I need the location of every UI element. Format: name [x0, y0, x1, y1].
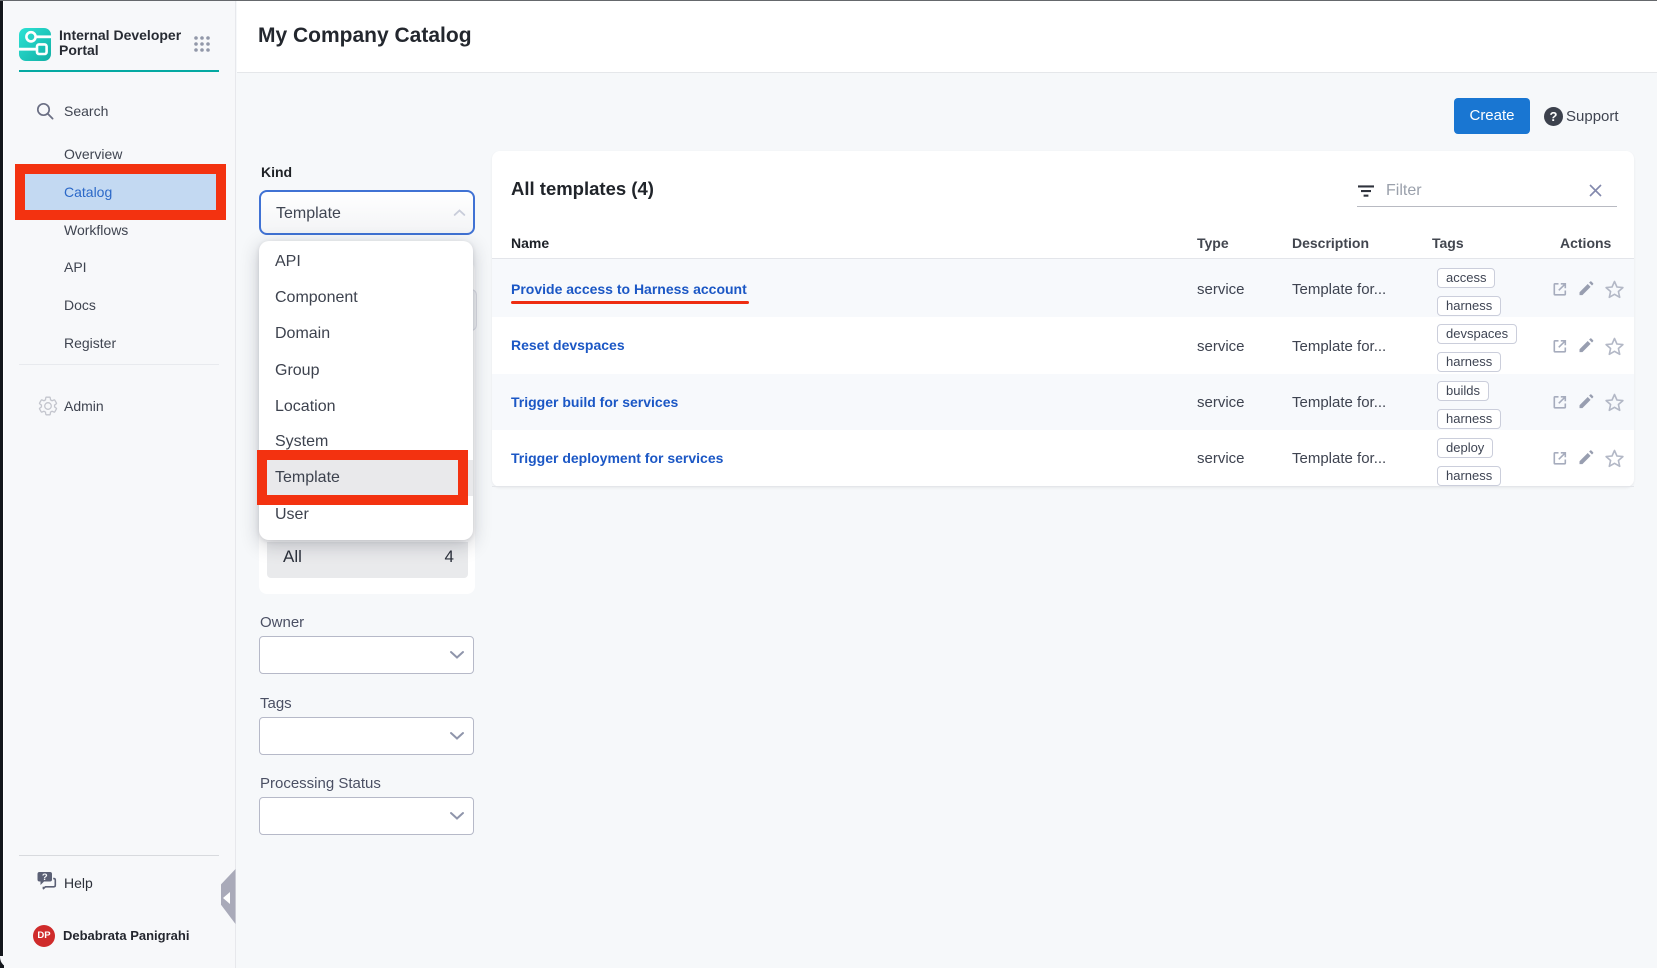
svg-text:?: ? — [42, 872, 48, 883]
